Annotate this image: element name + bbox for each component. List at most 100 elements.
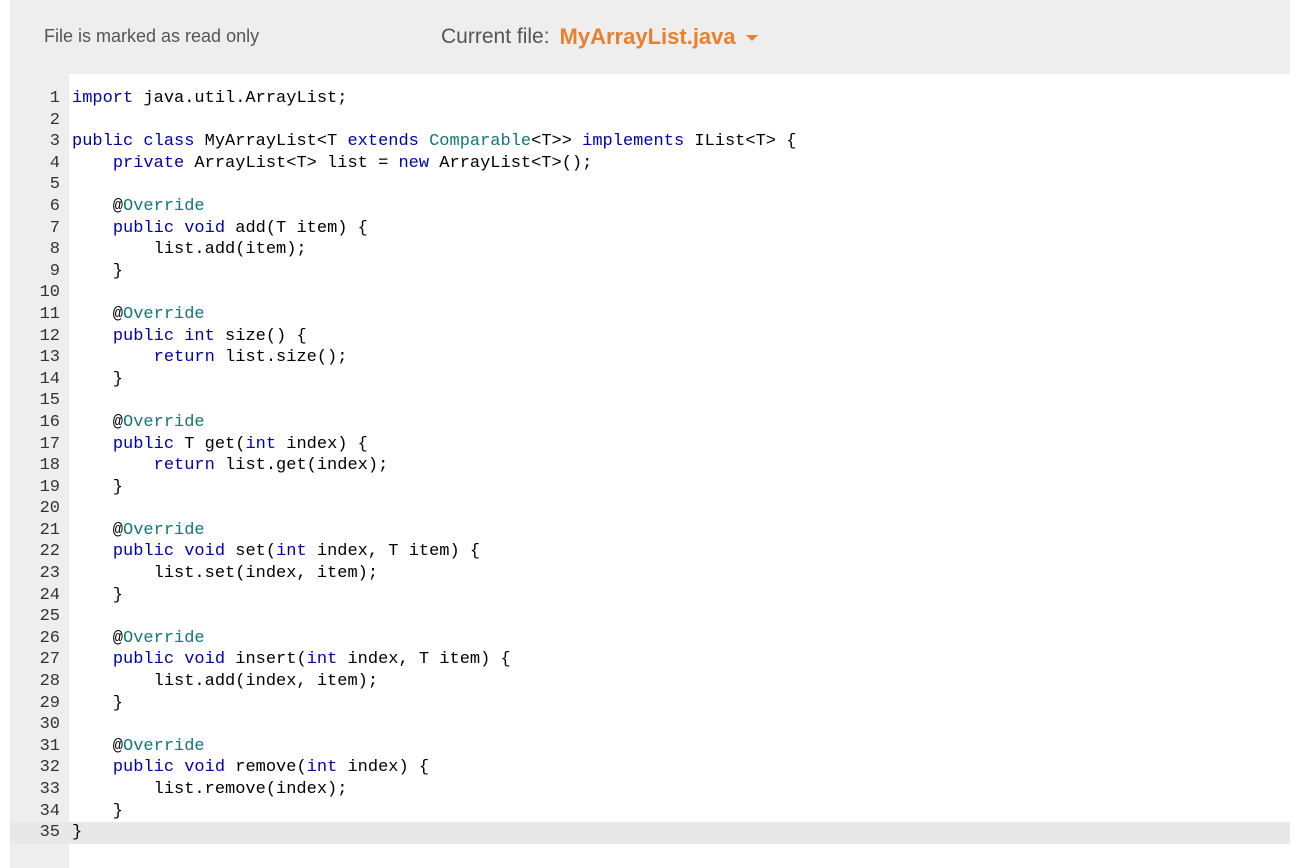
code-line[interactable]: 8 list.add(item); (10, 239, 1290, 261)
line-number: 11 (39, 304, 60, 324)
line-number: 9 (49, 261, 60, 281)
code-line[interactable]: 20 (10, 498, 1290, 520)
code-line[interactable]: 19 } (10, 477, 1290, 499)
code-text: @Override (72, 736, 205, 756)
line-number: 16 (39, 412, 60, 432)
code-text: } (72, 585, 124, 605)
code-line[interactable]: 1 import java.util.ArrayList; (10, 88, 1290, 110)
code-text: public void set(int index, T item) { (112, 542, 481, 562)
line-number: 28 (39, 672, 60, 692)
line-number: 15 (39, 391, 60, 411)
line-number: 33 (39, 780, 60, 799)
code-line[interactable]: 35} (10, 822, 1290, 844)
line-number: 35 (39, 823, 60, 843)
code-line[interactable]: 18 return list.get(index); (10, 455, 1290, 477)
code-line[interactable]: 25 (10, 606, 1290, 628)
code-line[interactable]: 24 } (10, 585, 1290, 607)
code-area[interactable]: 1 import java.util.ArrayList; 2 3 public cla… (10, 88, 1290, 844)
code-text: public int size() { (112, 326, 307, 346)
code-text: list.remove(index); (72, 780, 348, 799)
line-number: 1 (49, 89, 60, 108)
editor-frame: File is marked as read only Current file… (10, 0, 1290, 868)
code-line[interactable]: 33 list.remove(index); (10, 779, 1290, 801)
line-number: 21 (39, 520, 60, 540)
code-line[interactable]: 6 @Override (10, 196, 1290, 218)
code-text: return list.get(index); (153, 456, 389, 476)
line-number: 7 (49, 218, 60, 238)
current-file-dropdown[interactable]: MyArrayList.java (560, 24, 736, 50)
code-line[interactable]: 29 } (10, 693, 1290, 715)
current-file-selector[interactable]: Current file: MyArrayList.java (441, 24, 758, 50)
code-text: @Override (72, 520, 205, 540)
code-editor[interactable]: 1 import java.util.ArrayList; 2 3 public cla… (10, 74, 1290, 868)
code-text: } (72, 477, 124, 497)
code-line[interactable]: 5 (10, 174, 1290, 196)
code-text: import java.util.ArrayList; (72, 89, 348, 108)
code-line[interactable]: 21 @Override (10, 520, 1290, 542)
code-line[interactable]: 34 } (10, 801, 1290, 823)
code-text: list.add(index, item); (72, 672, 379, 692)
code-line[interactable]: 7 public void add(T item) { (10, 218, 1290, 240)
code-text: } (72, 369, 124, 389)
code-text: return list.size(); (153, 348, 348, 368)
line-number: 25 (39, 607, 60, 627)
line-number: 8 (49, 240, 60, 260)
code-line[interactable]: 26 @Override (10, 628, 1290, 650)
code-text: private ArrayList<T> list = new ArrayLis… (112, 153, 593, 173)
code-line[interactable]: 32 public void remove(int index) { (10, 757, 1290, 779)
code-line[interactable]: 27 public void insert(int index, T item)… (10, 649, 1290, 671)
code-text: } (72, 693, 124, 713)
line-number: 23 (39, 564, 60, 584)
code-line[interactable]: 16 @Override (10, 412, 1290, 434)
code-text: public void add(T item) { (112, 218, 368, 238)
code-line[interactable]: 11 @Override (10, 304, 1290, 326)
line-number: 31 (39, 736, 60, 756)
line-number: 12 (39, 326, 60, 346)
line-number: 17 (39, 434, 60, 454)
code-line[interactable]: 2 (10, 110, 1290, 132)
file-header: File is marked as read only Current file… (10, 0, 1290, 74)
code-line[interactable]: 23 list.set(index, item); (10, 563, 1290, 585)
line-number: 6 (49, 196, 60, 216)
code-line[interactable]: 14 } (10, 369, 1290, 391)
code-text: } (72, 823, 83, 843)
chevron-down-icon[interactable] (745, 35, 758, 41)
readonly-notice: File is marked as read only (44, 26, 260, 46)
line-number: 14 (39, 369, 60, 389)
code-text: list.set(index, item); (72, 564, 379, 584)
line-number: 34 (39, 801, 60, 821)
code-line[interactable]: 10 (10, 282, 1290, 304)
line-number: 4 (49, 153, 60, 173)
code-line[interactable]: 4 private ArrayList<T> list = new ArrayL… (10, 153, 1290, 175)
code-text: @Override (72, 196, 205, 216)
code-line[interactable]: 9 } (10, 261, 1290, 283)
code-text: } (72, 801, 124, 821)
code-text: } (72, 261, 124, 281)
code-text: @Override (72, 628, 205, 648)
code-line[interactable]: 30 (10, 714, 1290, 736)
code-line[interactable]: 15 (10, 390, 1290, 412)
code-line[interactable]: 31 @Override (10, 736, 1290, 758)
line-number: 27 (39, 650, 60, 670)
line-number: 3 (49, 132, 60, 152)
line-number: 19 (39, 477, 60, 497)
code-line[interactable]: 28 list.add(index, item); (10, 671, 1290, 693)
code-text: public void insert(int index, T item) { (112, 650, 511, 670)
code-line[interactable]: 13 return list.size(); (10, 347, 1290, 369)
line-number: 29 (39, 693, 60, 713)
code-text: @Override (72, 412, 205, 432)
code-line[interactable]: 3 public class MyArrayList<T extends Comp… (10, 131, 1290, 153)
line-number: 24 (39, 585, 60, 605)
code-line[interactable]: 17 public T get(int index) { (10, 434, 1290, 456)
line-number: 32 (39, 758, 60, 778)
line-number: 22 (39, 542, 60, 562)
line-number: 10 (39, 283, 60, 303)
code-line[interactable]: 22 public void set(int index, T item) { (10, 541, 1290, 563)
code-text: public void remove(int index) { (112, 758, 430, 778)
line-number: 20 (39, 499, 60, 519)
line-number: 5 (49, 175, 60, 195)
code-line[interactable]: 12 public int size() { (10, 326, 1290, 348)
line-number: 26 (39, 628, 60, 648)
line-number: 13 (39, 348, 60, 368)
code-text: list.add(item); (72, 240, 307, 260)
